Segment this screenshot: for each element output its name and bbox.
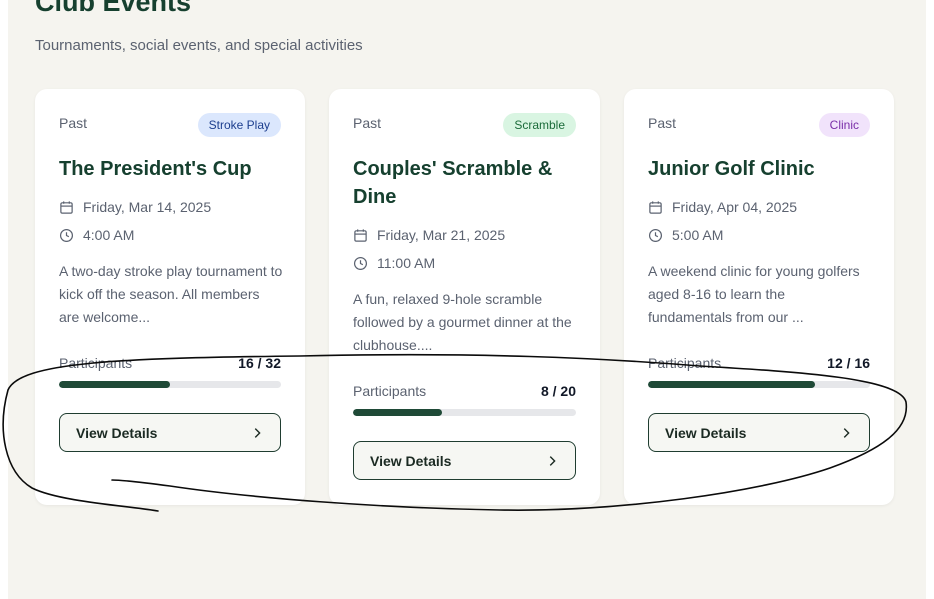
left-edge bbox=[0, 0, 8, 599]
event-description: A weekend clinic for young golfers aged … bbox=[648, 263, 860, 325]
participants-label: Participants bbox=[353, 383, 427, 399]
event-time: 4:00 AM bbox=[59, 227, 134, 243]
event-card: Past Stroke Play The President's Cup Fri… bbox=[35, 89, 305, 505]
view-details-label: View Details bbox=[370, 452, 452, 469]
event-type-badge: Clinic bbox=[818, 113, 870, 137]
event-time-text: 11:00 AM bbox=[377, 255, 436, 271]
event-title: The President's Cup bbox=[59, 158, 252, 180]
event-time: 11:00 AM bbox=[353, 255, 435, 271]
view-details-label: View Details bbox=[76, 424, 158, 441]
participants-count: 16 / 32 bbox=[238, 355, 281, 371]
event-title: Couples' Scramble & Dine bbox=[353, 158, 553, 208]
participants-progress bbox=[648, 381, 870, 388]
clock-icon bbox=[353, 256, 368, 270]
event-time-text: 4:00 AM bbox=[83, 227, 135, 243]
right-edge bbox=[926, 0, 934, 599]
event-status: Past bbox=[59, 115, 88, 131]
event-type-badge: Stroke Play bbox=[197, 113, 281, 137]
participants-label: Participants bbox=[59, 355, 133, 371]
participants-row: Participants 12 / 16 bbox=[648, 355, 870, 371]
event-date-text: Friday, Apr 04, 2025 bbox=[672, 199, 798, 215]
clock-icon bbox=[59, 228, 74, 242]
event-title: Junior Golf Clinic bbox=[648, 158, 815, 180]
view-details-label: View Details bbox=[665, 424, 747, 441]
event-description: A two-day stroke play tournament to kick… bbox=[59, 263, 283, 325]
participants-progress-fill bbox=[353, 409, 443, 416]
event-date-text: Friday, Mar 21, 2025 bbox=[377, 227, 506, 243]
calendar-icon bbox=[60, 200, 73, 214]
participants-count: 8 / 20 bbox=[540, 383, 576, 399]
page-title: Club Events bbox=[35, 0, 192, 17]
chevron-right-icon bbox=[843, 427, 850, 438]
event-date: Friday, Apr 04, 2025 bbox=[648, 199, 797, 215]
participants-row: Participants 16 / 32 bbox=[59, 355, 281, 371]
participants-progress bbox=[59, 381, 281, 388]
calendar-icon bbox=[354, 228, 367, 242]
clock-icon bbox=[648, 228, 663, 242]
view-details-button[interactable]: View Details bbox=[353, 441, 576, 480]
participants-progress-fill bbox=[59, 381, 170, 388]
event-status: Past bbox=[648, 115, 677, 131]
event-time: 5:00 AM bbox=[648, 227, 723, 243]
event-date-text: Friday, Mar 14, 2025 bbox=[83, 199, 212, 215]
participants-progress bbox=[353, 409, 576, 416]
event-card: Past Scramble Couples' Scramble & Dine F… bbox=[329, 89, 600, 505]
chevron-right-icon bbox=[254, 427, 261, 438]
participants-row: Participants 8 / 20 bbox=[353, 383, 576, 399]
event-date: Friday, Mar 14, 2025 bbox=[59, 199, 211, 215]
view-details-button[interactable]: View Details bbox=[59, 413, 281, 452]
participants-label: Participants bbox=[648, 355, 722, 371]
event-date: Friday, Mar 21, 2025 bbox=[353, 227, 505, 243]
chevron-right-icon bbox=[549, 455, 556, 466]
page-subtitle: Tournaments, social events, and special … bbox=[35, 37, 363, 54]
participants-progress-fill bbox=[648, 381, 815, 388]
calendar-icon bbox=[649, 200, 662, 214]
participants-count: 12 / 16 bbox=[827, 355, 870, 371]
event-time-text: 5:00 AM bbox=[672, 227, 724, 243]
event-type-badge: Scramble bbox=[503, 113, 576, 137]
event-description: A fun, relaxed 9-hole scramble followed … bbox=[353, 291, 572, 353]
event-status: Past bbox=[353, 115, 382, 131]
event-card: Past Clinic Junior Golf Clinic Friday, A… bbox=[624, 89, 894, 505]
view-details-button[interactable]: View Details bbox=[648, 413, 870, 452]
